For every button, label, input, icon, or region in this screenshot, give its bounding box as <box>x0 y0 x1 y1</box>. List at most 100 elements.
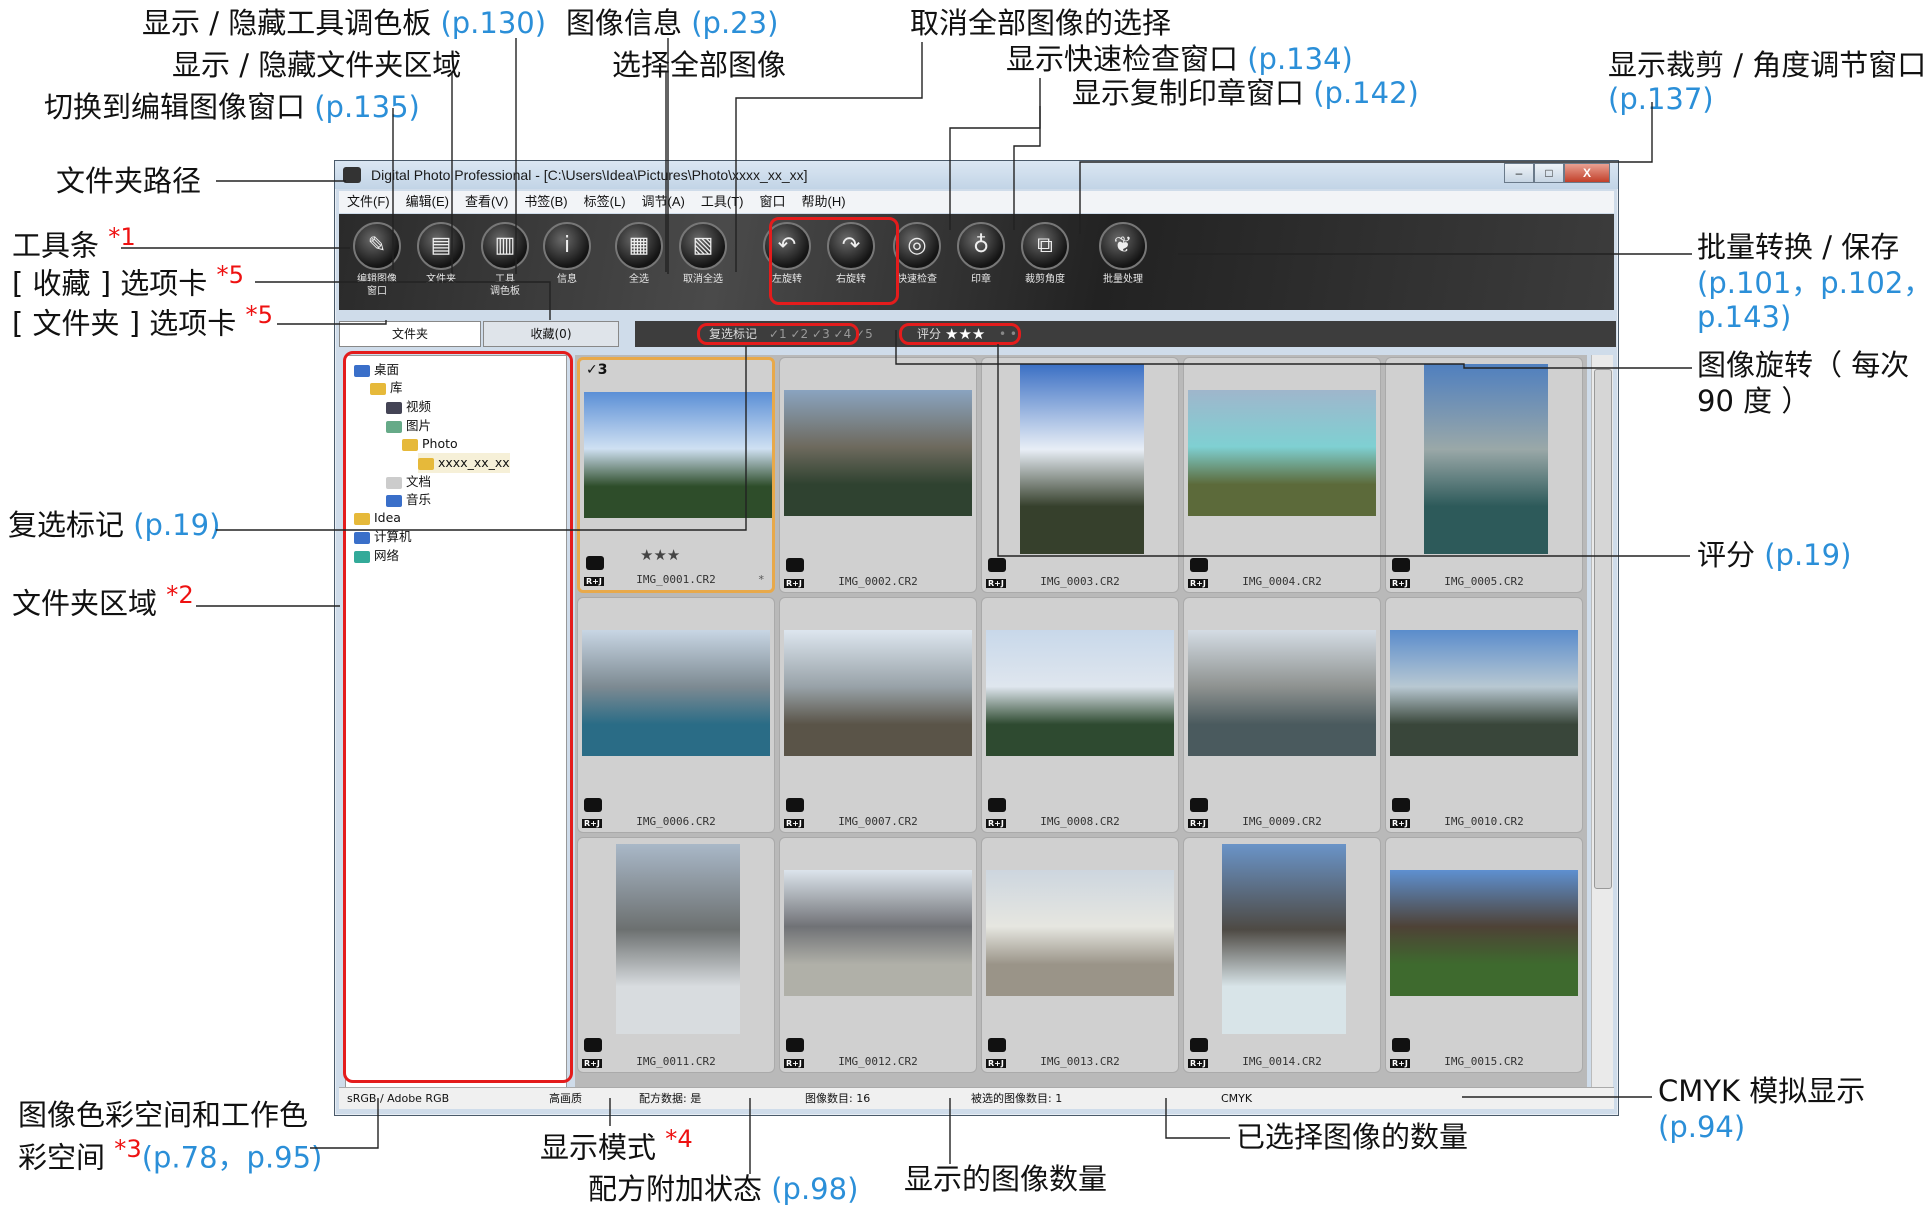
menu-item[interactable]: 标签(L) <box>576 191 634 213</box>
thumbnail-cell[interactable]: R+J IMG_0011.CR2 <box>577 837 775 1073</box>
thumbnail-filename: IMG_0008.CR2 <box>1040 815 1120 828</box>
annotation-rotate: 图像旋转（ 每次 <box>1697 348 1910 382</box>
annotation-deselect: 取消全部图像的选择 <box>910 6 1172 40</box>
menu-item[interactable]: 书签(B) <box>516 191 575 213</box>
thumbnail-filename: IMG_0003.CR2 <box>1040 575 1120 588</box>
toolbar-button[interactable]: ▦ 全选 <box>609 222 669 286</box>
thumbnail-cell[interactable]: R+J IMG_0006.CR2 <box>577 597 775 833</box>
title-bar: Digital Photo Professional - [C:\Users\I… <box>335 161 1618 189</box>
scrollbar-thumb[interactable] <box>1594 369 1612 889</box>
annotation-cmyk-page: (p.94) <box>1658 1110 1746 1144</box>
minimize-button[interactable]: – <box>1504 163 1534 183</box>
menu-item[interactable]: 文件(F) <box>339 191 398 213</box>
thumbnail-cell[interactable]: R+J IMG_0013.CR2 <box>981 837 1179 1073</box>
batch-icon: ❦ <box>1099 222 1147 270</box>
thumbnail-image[interactable] <box>1020 364 1144 554</box>
annotation-quick-check: 显示快速检查窗口 (p.134) <box>1006 42 1353 76</box>
thumbnail-image[interactable] <box>1390 630 1578 756</box>
toolbar-button[interactable]: ❦ 批量处理 <box>1093 222 1153 286</box>
toolbar-button[interactable]: ♁ 印章 <box>951 222 1011 286</box>
thumbnail-image[interactable] <box>582 630 770 756</box>
toolbar-button-label: 裁剪角度 <box>1025 274 1065 285</box>
tab-favorites[interactable]: 收藏(0) <box>483 321 619 347</box>
toolbar-button[interactable]: ⧉ 裁剪角度 <box>1015 222 1075 286</box>
toolbar-button[interactable]: ✎ 编辑图像 窗口 <box>347 222 407 298</box>
annotation-folder-area: 文件夹区域 *2 <box>12 581 194 621</box>
annotation-folder-path: 文件夹路径 <box>56 164 202 198</box>
annotation-edit-image: 切换到编辑图像窗口 (p.135) <box>44 90 420 124</box>
thumbnail-filename: IMG_0010.CR2 <box>1444 815 1524 828</box>
thumbnail-cell[interactable]: R+J IMG_0003.CR2 <box>981 357 1179 593</box>
thumbnail-cell[interactable]: R+J IMG_0002.CR2 <box>779 357 977 593</box>
menu-item[interactable]: 查看(V) <box>457 191 516 213</box>
thumbnail-rating[interactable]: ★★★ <box>640 546 680 564</box>
menu-item[interactable]: 编辑(E) <box>398 191 457 213</box>
thumbnail-image[interactable] <box>784 630 972 756</box>
status-bar: sRGB / Adobe RGB 高画质 配方数据: 是 图像数目: 16 被选… <box>339 1087 1614 1109</box>
thumbnail-cell[interactable]: R+J IMG_0007.CR2 <box>779 597 977 833</box>
camera-icon <box>1190 798 1208 812</box>
toolbar-button-label: 信息 <box>557 274 577 285</box>
thumbnail-image[interactable] <box>1390 870 1578 996</box>
thumbnail-filename: IMG_0011.CR2 <box>636 1055 716 1068</box>
annotation-trim-page: (p.137) <box>1608 82 1714 116</box>
annotation-toolbar: 工具条 *1 <box>12 223 136 263</box>
thumbnail-image[interactable] <box>1188 630 1376 756</box>
thumbnail-filename: IMG_0015.CR2 <box>1444 1055 1524 1068</box>
menu-item[interactable]: 窗口 <box>751 191 793 213</box>
annotation-check-mark: 复选标记 (p.19) <box>8 508 221 542</box>
maximize-button[interactable]: □ <box>1534 163 1564 183</box>
annotation-fav-tab: [ 收藏 ] 选项卡 *5 <box>12 261 244 301</box>
thumbnail-image[interactable] <box>1222 844 1346 1034</box>
thumbnail-cell[interactable]: R+J IMG_0015.CR2 <box>1385 837 1583 1073</box>
thumbnail-filename: IMG_0006.CR2 <box>636 815 716 828</box>
thumbnail-cell[interactable]: R+J IMG_0009.CR2 <box>1183 597 1381 833</box>
thumbnail-cell[interactable]: R+J IMG_0012.CR2 <box>779 837 977 1073</box>
thumbnail-image[interactable] <box>784 870 972 996</box>
check-mark[interactable]: ✓3 <box>586 362 607 378</box>
vertical-scrollbar[interactable] <box>1591 355 1613 1107</box>
menu-item[interactable]: 工具(T) <box>693 191 752 213</box>
thumbnail-filename: IMG_0002.CR2 <box>838 575 918 588</box>
thumbnail-image[interactable] <box>616 844 740 1034</box>
thumbnail-cell[interactable]: R+J IMG_0005.CR2 <box>1385 357 1583 593</box>
toolbar-button[interactable]: i 信息 <box>537 222 597 286</box>
thumbnail-cell[interactable]: R+J IMG_0001.CR2 ✓3 ★★★ * <box>577 357 775 593</box>
tab-folder[interactable]: 文件夹 <box>339 321 481 347</box>
toolbar-button[interactable]: ▤ 文件夹 <box>411 222 471 286</box>
thumbnail-image[interactable] <box>584 392 772 518</box>
annotation-folder-area-toggle: 显示 / 隐藏文件夹区域 <box>172 48 462 82</box>
info-icon: i <box>543 222 591 270</box>
camera-icon <box>786 558 804 572</box>
annotation-cmyk: CMYK 模拟显示 <box>1658 1074 1866 1108</box>
annotation-color-space-2: 彩空间 *3(p.78，p.95) <box>18 1135 323 1175</box>
thumbnail-image[interactable] <box>784 390 972 516</box>
thumbnail-cell[interactable]: R+J IMG_0004.CR2 <box>1183 357 1381 593</box>
toolbar-button[interactable]: ▧ 取消全选 <box>673 222 733 286</box>
thumbnail-filename: IMG_0012.CR2 <box>838 1055 918 1068</box>
thumbnail-filename: IMG_0014.CR2 <box>1242 1055 1322 1068</box>
close-button[interactable]: X <box>1564 163 1610 183</box>
thumbnail-cell[interactable]: R+J IMG_0010.CR2 <box>1385 597 1583 833</box>
thumbnail-filename: IMG_0001.CR2 <box>636 573 716 586</box>
app-icon <box>343 167 361 183</box>
annotation-palette: 显示 / 隐藏工具调色板 (p.130) <box>142 6 547 40</box>
thumbnail-image[interactable] <box>1188 390 1376 516</box>
thumbnail-filename: IMG_0013.CR2 <box>1040 1055 1120 1068</box>
menu-item[interactable]: 调节(A) <box>634 191 693 213</box>
thumbnail-cell[interactable]: R+J IMG_0008.CR2 <box>981 597 1179 833</box>
status-image-count: 图像数目: 16 <box>805 1092 871 1105</box>
annotation-rotate-2: 90 度 ） <box>1697 384 1811 418</box>
thumbnail-cell[interactable]: R+J IMG_0014.CR2 <box>1183 837 1381 1073</box>
annotation-folder-tab: [ 文件夹 ] 选项卡 *5 <box>12 301 273 341</box>
thumbnail-image[interactable] <box>986 630 1174 756</box>
select-all-icon: ▦ <box>615 222 663 270</box>
thumbnail-image[interactable] <box>986 870 1174 996</box>
annotation-recipe-state: 配方附加状态 (p.98) <box>588 1172 859 1206</box>
thumbnail-image[interactable] <box>1424 364 1548 554</box>
camera-icon <box>584 798 602 812</box>
menu-item[interactable]: 帮助(H) <box>794 191 854 213</box>
annotation-image-info: 图像信息 (p.23) <box>566 6 779 40</box>
toolbar-button[interactable]: ▥ 工具 调色板 <box>475 222 535 298</box>
rotate-highlight <box>769 217 899 305</box>
